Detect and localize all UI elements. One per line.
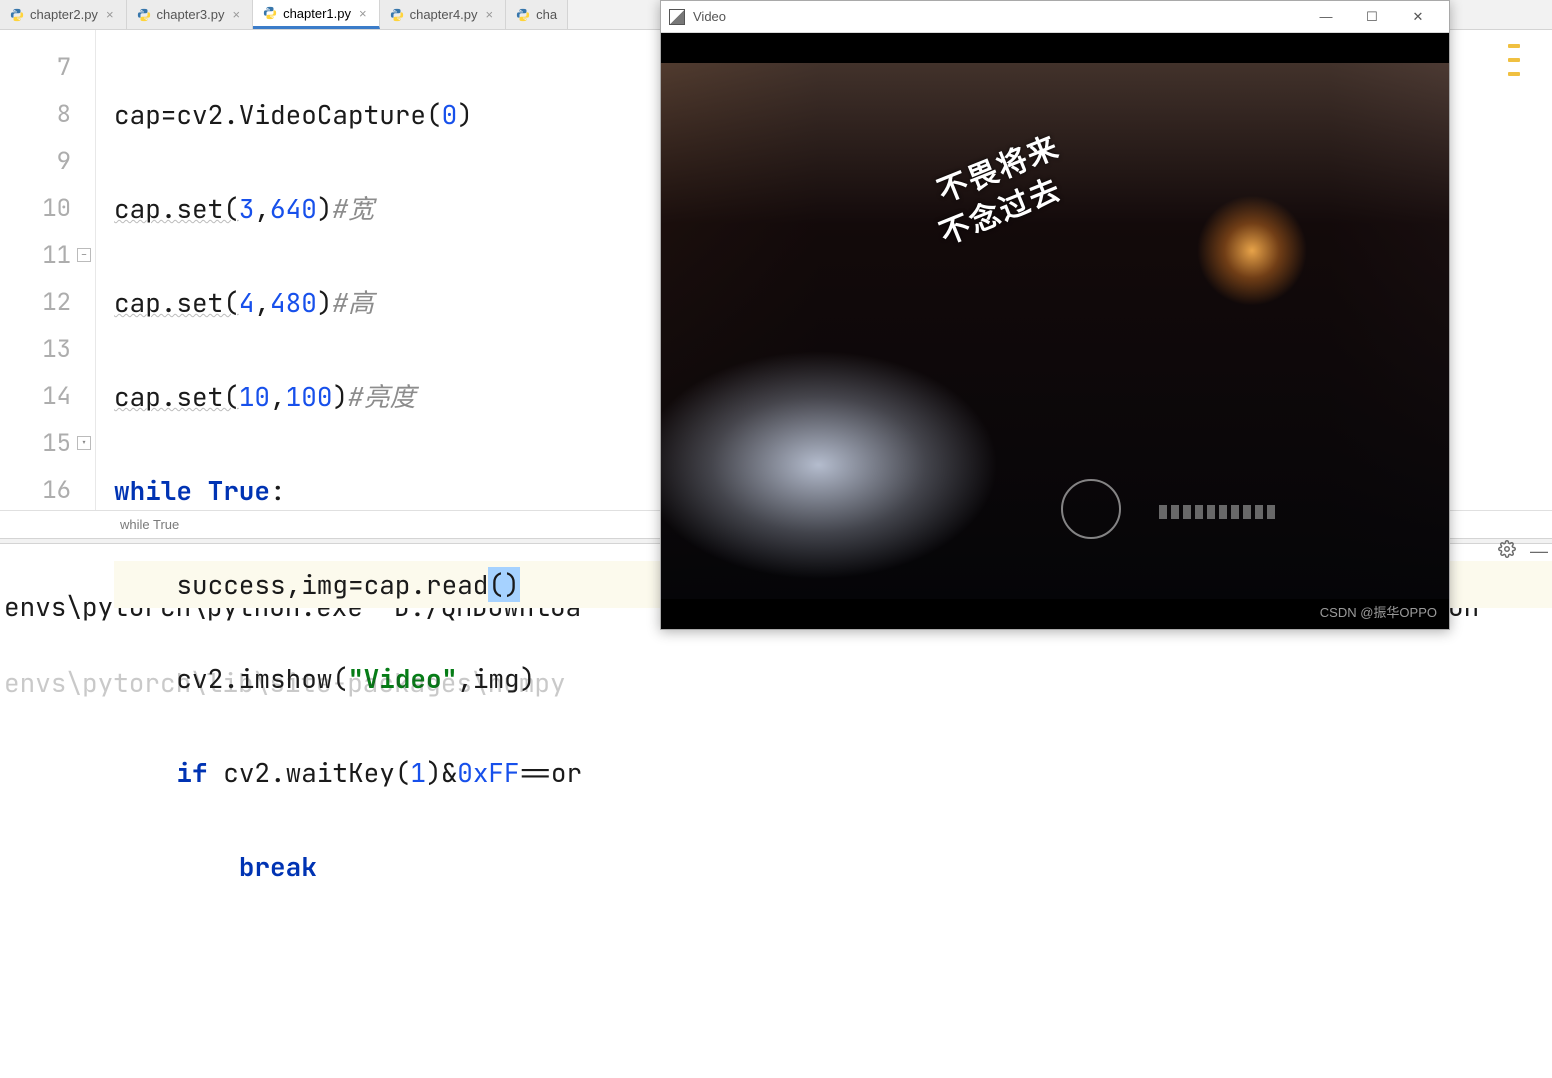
line-gutter: 7 8 9 10 11 12 13 14 15 16 – ▾: [0, 30, 96, 510]
tab-chapter3[interactable]: chapter3.py ×: [127, 0, 254, 29]
python-file-icon: [516, 8, 530, 22]
tab-chapter4[interactable]: chapter4.py ×: [380, 0, 507, 29]
tab-partial[interactable]: cha: [506, 0, 568, 29]
tab-label: chapter4.py: [410, 7, 478, 22]
video-logo-circle: [1061, 479, 1121, 539]
close-icon[interactable]: ×: [484, 7, 496, 22]
gear-icon[interactable]: [1498, 540, 1516, 563]
tab-label: cha: [536, 7, 557, 22]
line-number: 7: [0, 44, 71, 91]
window-titlebar[interactable]: Video — ☐ ✕: [661, 1, 1449, 33]
python-file-icon: [10, 8, 24, 22]
tab-label: chapter2.py: [30, 7, 98, 22]
line-number: 16: [0, 467, 71, 514]
line-number: 14: [0, 373, 71, 420]
app-icon: [669, 9, 685, 25]
tab-label: chapter3.py: [157, 7, 225, 22]
console-line: envs\pytorch\lib\site-packages\numpy: [4, 664, 1548, 702]
python-file-icon: [390, 8, 404, 22]
tab-label: chapter1.py: [283, 6, 351, 21]
line-number: 15: [0, 420, 71, 467]
close-icon[interactable]: ×: [104, 7, 116, 22]
minimize-panel-icon[interactable]: —: [1530, 541, 1548, 562]
python-file-icon: [263, 6, 277, 20]
line-number: 13: [0, 326, 71, 373]
maximize-button[interactable]: ☐: [1349, 2, 1395, 32]
watermark: CSDN @振华OPPO: [1320, 602, 1437, 621]
video-output-window[interactable]: Video — ☐ ✕ 不畏将来 不念过去 CSDN @振华OPPO: [660, 0, 1450, 630]
fold-icon[interactable]: –: [77, 248, 91, 262]
window-title: Video: [693, 9, 1303, 24]
inspection-stripe: [1508, 44, 1524, 504]
close-icon[interactable]: ×: [230, 7, 242, 22]
close-button[interactable]: ✕: [1395, 2, 1441, 32]
line-number: 10: [0, 185, 71, 232]
close-icon[interactable]: ×: [357, 6, 369, 21]
line-number: 9: [0, 138, 71, 185]
minimize-button[interactable]: —: [1303, 2, 1349, 32]
fold-icon[interactable]: ▾: [77, 436, 91, 450]
console-toolbar: —: [1498, 540, 1548, 563]
tab-chapter1[interactable]: chapter1.py ×: [253, 0, 380, 29]
python-file-icon: [137, 8, 151, 22]
video-caption-bar: [1159, 505, 1279, 519]
line-number: 8: [0, 91, 71, 138]
line-number: 11: [0, 232, 71, 279]
tab-chapter2[interactable]: chapter2.py ×: [0, 0, 127, 29]
video-frame: 不畏将来 不念过去 CSDN @振华OPPO: [661, 33, 1449, 629]
line-number: 12: [0, 279, 71, 326]
